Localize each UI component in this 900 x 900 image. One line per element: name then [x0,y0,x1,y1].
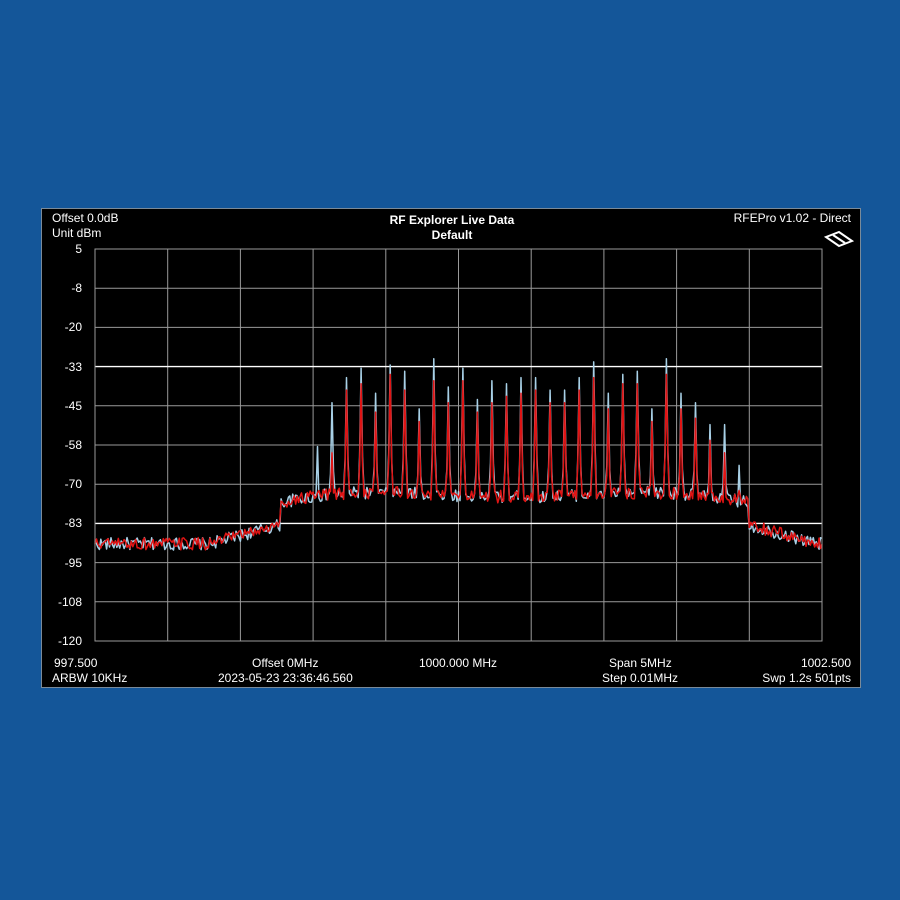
spectrum-plot [94,248,823,642]
offset-frequency: Offset 0MHz [252,656,319,670]
start-frequency: 997.500 [54,656,98,670]
rbw-label: ARBW 10KHz [52,671,128,685]
sweep-label: Swp 1.2s 501pts [762,671,851,685]
stop-frequency: 1002.500 [800,656,851,670]
spectrum-panel: Offset 0.0dB Unit dBm RF Explorer Live D… [41,208,861,688]
center-frequency: 1000.000 MHz [418,656,498,670]
step-label: Step 0.01MHz [602,671,679,685]
span-label: Span 5MHz [609,656,672,670]
timestamp: 2023-05-23 23:36:46.560 [218,671,353,685]
plot-grid [95,249,822,641]
